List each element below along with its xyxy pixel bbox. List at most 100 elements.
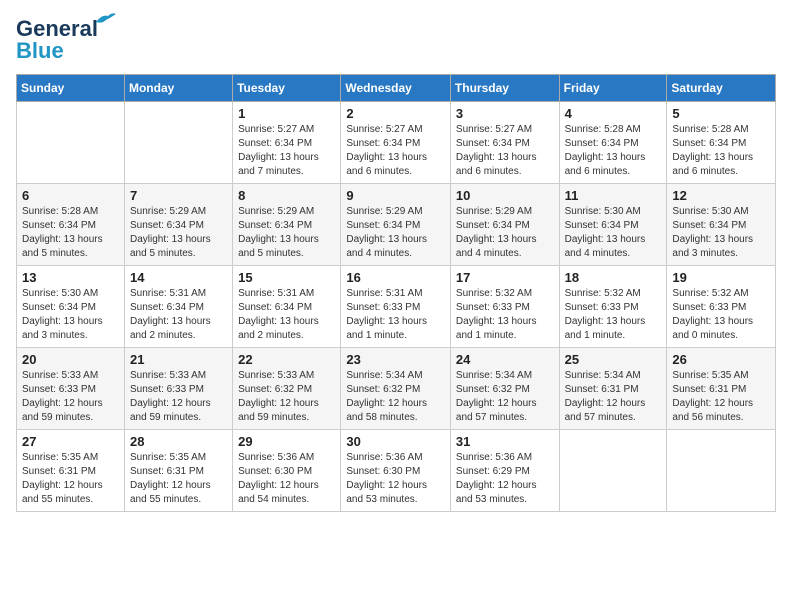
logo-general: General: [16, 16, 98, 41]
day-number: 13: [22, 270, 119, 285]
day-info: Sunrise: 5:28 AM Sunset: 6:34 PM Dayligh…: [565, 123, 662, 179]
day-number: 1: [238, 106, 335, 121]
weekday-header-friday: Friday: [559, 75, 667, 102]
day-info: Sunrise: 5:32 AM Sunset: 6:33 PM Dayligh…: [565, 287, 662, 343]
weekday-header-thursday: Thursday: [450, 75, 559, 102]
day-info: Sunrise: 5:31 AM Sunset: 6:34 PM Dayligh…: [238, 287, 335, 343]
day-number: 21: [130, 352, 227, 367]
day-info: Sunrise: 5:29 AM Sunset: 6:34 PM Dayligh…: [346, 205, 445, 261]
day-number: 4: [565, 106, 662, 121]
weekday-header-row: SundayMondayTuesdayWednesdayThursdayFrid…: [17, 75, 776, 102]
day-cell: 6 Sunrise: 5:28 AM Sunset: 6:34 PM Daylig…: [17, 184, 125, 266]
day-number: 8: [238, 188, 335, 203]
day-info: Sunrise: 5:36 AM Sunset: 6:30 PM Dayligh…: [346, 451, 445, 507]
day-number: 25: [565, 352, 662, 367]
day-info: Sunrise: 5:34 AM Sunset: 6:32 PM Dayligh…: [346, 369, 445, 425]
day-cell: 8 Sunrise: 5:29 AM Sunset: 6:34 PM Daylig…: [233, 184, 341, 266]
day-cell: 7Sunrise: 5:29 AM Sunset: 6:34 PM Daylig…: [124, 184, 232, 266]
day-cell: 13 Sunrise: 5:30 AM Sunset: 6:34 PM Dayli…: [17, 266, 125, 348]
day-info: Sunrise: 5:32 AM Sunset: 6:33 PM Dayligh…: [456, 287, 554, 343]
day-cell: 4 Sunrise: 5:28 AM Sunset: 6:34 PM Daylig…: [559, 102, 667, 184]
day-cell: 16 Sunrise: 5:31 AM Sunset: 6:33 PM Dayli…: [341, 266, 451, 348]
logo-bird-icon: [94, 10, 116, 28]
day-cell: 17Sunrise: 5:32 AM Sunset: 6:33 PM Dayli…: [450, 266, 559, 348]
day-number: 22: [238, 352, 335, 367]
day-cell: 30 Sunrise: 5:36 AM Sunset: 6:30 PM Dayli…: [341, 430, 451, 512]
week-row-1: 1 Sunrise: 5:27 AM Sunset: 6:34 PM Daylig…: [17, 102, 776, 184]
day-cell: 27 Sunrise: 5:35 AM Sunset: 6:31 PM Dayli…: [17, 430, 125, 512]
day-info: Sunrise: 5:28 AM Sunset: 6:34 PM Dayligh…: [22, 205, 119, 261]
weekday-header-sunday: Sunday: [17, 75, 125, 102]
day-info: Sunrise: 5:30 AM Sunset: 6:34 PM Dayligh…: [22, 287, 119, 343]
calendar-body: 1 Sunrise: 5:27 AM Sunset: 6:34 PM Daylig…: [17, 102, 776, 512]
day-cell: 19 Sunrise: 5:32 AM Sunset: 6:33 PM Dayli…: [667, 266, 776, 348]
day-cell: 28 Sunrise: 5:35 AM Sunset: 6:31 PM Dayli…: [124, 430, 232, 512]
day-info: Sunrise: 5:27 AM Sunset: 6:34 PM Dayligh…: [238, 123, 335, 179]
day-cell: 23 Sunrise: 5:34 AM Sunset: 6:32 PM Dayli…: [341, 348, 451, 430]
day-cell: 21 Sunrise: 5:33 AM Sunset: 6:33 PM Dayli…: [124, 348, 232, 430]
day-cell: 25 Sunrise: 5:34 AM Sunset: 6:31 PM Dayli…: [559, 348, 667, 430]
day-cell: 24 Sunrise: 5:34 AM Sunset: 6:32 PM Dayli…: [450, 348, 559, 430]
day-cell: [17, 102, 125, 184]
day-info: Sunrise: 5:33 AM Sunset: 6:33 PM Dayligh…: [130, 369, 227, 425]
day-info: Sunrise: 5:35 AM Sunset: 6:31 PM Dayligh…: [672, 369, 770, 425]
day-number: 20: [22, 352, 119, 367]
day-info: Sunrise: 5:31 AM Sunset: 6:34 PM Dayligh…: [130, 287, 227, 343]
calendar-table: SundayMondayTuesdayWednesdayThursdayFrid…: [16, 74, 776, 512]
week-row-4: 20 Sunrise: 5:33 AM Sunset: 6:33 PM Dayli…: [17, 348, 776, 430]
day-number: 16: [346, 270, 445, 285]
day-info: Sunrise: 5:27 AM Sunset: 6:34 PM Dayligh…: [456, 123, 554, 179]
day-number: 18: [565, 270, 662, 285]
day-cell: 12 Sunrise: 5:30 AM Sunset: 6:34 PM Dayli…: [667, 184, 776, 266]
day-number: 28: [130, 434, 227, 449]
day-number: 27: [22, 434, 119, 449]
day-cell: 15Sunrise: 5:31 AM Sunset: 6:34 PM Dayli…: [233, 266, 341, 348]
weekday-header-saturday: Saturday: [667, 75, 776, 102]
day-number: 29: [238, 434, 335, 449]
day-info: Sunrise: 5:35 AM Sunset: 6:31 PM Dayligh…: [22, 451, 119, 507]
day-info: Sunrise: 5:30 AM Sunset: 6:34 PM Dayligh…: [672, 205, 770, 261]
day-number: 12: [672, 188, 770, 203]
day-number: 19: [672, 270, 770, 285]
day-number: 10: [456, 188, 554, 203]
day-info: Sunrise: 5:27 AM Sunset: 6:34 PM Dayligh…: [346, 123, 445, 179]
day-cell: [667, 430, 776, 512]
weekday-header-monday: Monday: [124, 75, 232, 102]
day-info: Sunrise: 5:30 AM Sunset: 6:34 PM Dayligh…: [565, 205, 662, 261]
day-number: 31: [456, 434, 554, 449]
weekday-header-tuesday: Tuesday: [233, 75, 341, 102]
day-number: 11: [565, 188, 662, 203]
day-cell: 2 Sunrise: 5:27 AM Sunset: 6:34 PM Daylig…: [341, 102, 451, 184]
day-cell: 29 Sunrise: 5:36 AM Sunset: 6:30 PM Dayli…: [233, 430, 341, 512]
day-number: 23: [346, 352, 445, 367]
day-cell: 18 Sunrise: 5:32 AM Sunset: 6:33 PM Dayli…: [559, 266, 667, 348]
day-cell: 14Sunrise: 5:31 AM Sunset: 6:34 PM Dayli…: [124, 266, 232, 348]
day-number: 30: [346, 434, 445, 449]
day-info: Sunrise: 5:33 AM Sunset: 6:33 PM Dayligh…: [22, 369, 119, 425]
day-cell: [559, 430, 667, 512]
day-cell: 1 Sunrise: 5:27 AM Sunset: 6:34 PM Daylig…: [233, 102, 341, 184]
day-info: Sunrise: 5:35 AM Sunset: 6:31 PM Dayligh…: [130, 451, 227, 507]
day-info: Sunrise: 5:29 AM Sunset: 6:34 PM Dayligh…: [238, 205, 335, 261]
day-info: Sunrise: 5:31 AM Sunset: 6:33 PM Dayligh…: [346, 287, 445, 343]
day-info: Sunrise: 5:29 AM Sunset: 6:34 PM Dayligh…: [456, 205, 554, 261]
day-cell: 3Sunrise: 5:27 AM Sunset: 6:34 PM Daylig…: [450, 102, 559, 184]
day-number: 24: [456, 352, 554, 367]
day-cell: 22Sunrise: 5:33 AM Sunset: 6:32 PM Dayli…: [233, 348, 341, 430]
day-cell: 20 Sunrise: 5:33 AM Sunset: 6:33 PM Dayli…: [17, 348, 125, 430]
day-info: Sunrise: 5:34 AM Sunset: 6:31 PM Dayligh…: [565, 369, 662, 425]
day-cell: [124, 102, 232, 184]
day-cell: 26 Sunrise: 5:35 AM Sunset: 6:31 PM Dayli…: [667, 348, 776, 430]
day-number: 6: [22, 188, 119, 203]
day-cell: 11 Sunrise: 5:30 AM Sunset: 6:34 PM Dayli…: [559, 184, 667, 266]
day-info: Sunrise: 5:34 AM Sunset: 6:32 PM Dayligh…: [456, 369, 554, 425]
day-cell: 9Sunrise: 5:29 AM Sunset: 6:34 PM Daylig…: [341, 184, 451, 266]
day-number: 2: [346, 106, 445, 121]
day-info: Sunrise: 5:29 AM Sunset: 6:34 PM Dayligh…: [130, 205, 227, 261]
day-cell: 31Sunrise: 5:36 AM Sunset: 6:29 PM Dayli…: [450, 430, 559, 512]
day-number: 26: [672, 352, 770, 367]
week-row-5: 27 Sunrise: 5:35 AM Sunset: 6:31 PM Dayli…: [17, 430, 776, 512]
day-info: Sunrise: 5:36 AM Sunset: 6:30 PM Dayligh…: [238, 451, 335, 507]
day-info: Sunrise: 5:32 AM Sunset: 6:33 PM Dayligh…: [672, 287, 770, 343]
header: General Blue: [16, 16, 776, 64]
